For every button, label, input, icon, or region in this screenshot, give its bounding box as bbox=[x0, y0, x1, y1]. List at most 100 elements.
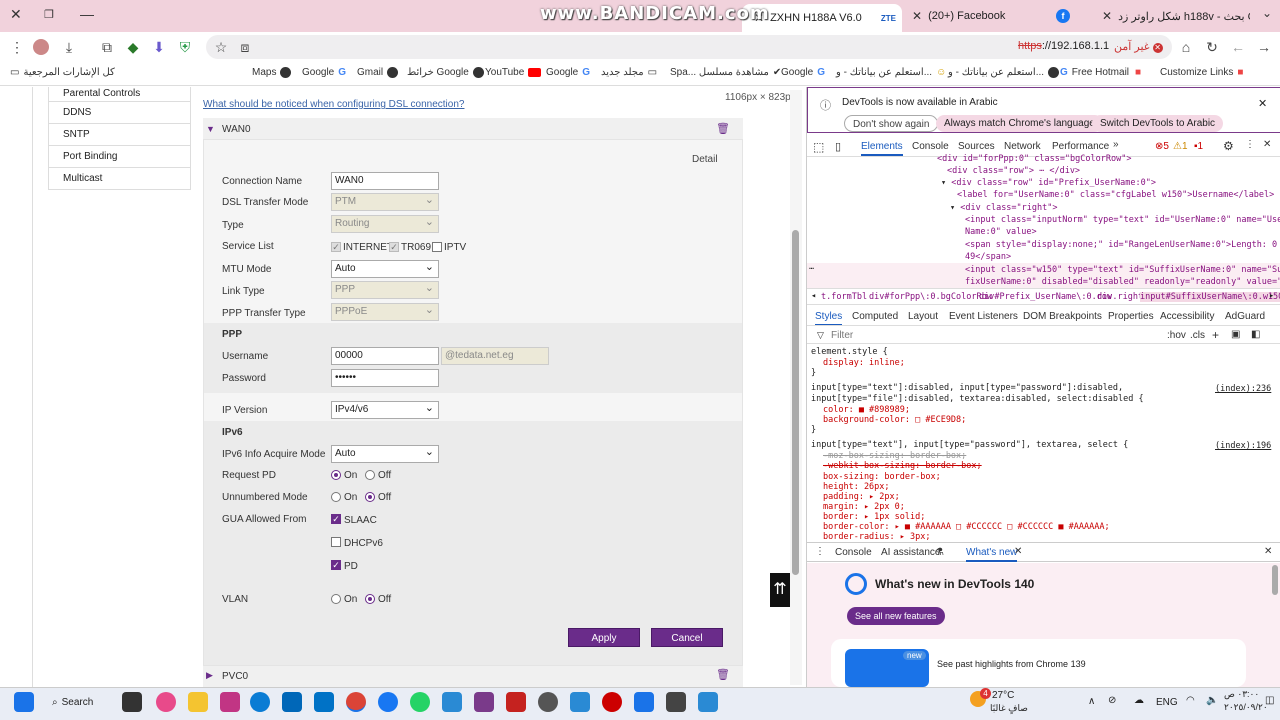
type-select[interactable]: Routing bbox=[331, 215, 439, 233]
scrollbar-thumb[interactable] bbox=[792, 230, 799, 575]
style-line[interactable]: height: 26px; bbox=[823, 482, 890, 492]
style-line[interactable]: -webkit-box-sizing: border-box; bbox=[823, 461, 982, 471]
style-line[interactable]: margin: ▸ 2px 0; bbox=[823, 502, 905, 512]
code-line[interactable]: <input class="inputNorm" type="text" id=… bbox=[965, 215, 1280, 225]
delete-trash-icon[interactable]: 🗑 bbox=[716, 668, 730, 681]
ipv6-acquire-select[interactable]: Auto bbox=[331, 445, 439, 463]
bandicam-icon[interactable] bbox=[602, 692, 622, 712]
app-icon[interactable] bbox=[442, 692, 462, 712]
close-icon[interactable]: ✕ bbox=[1263, 139, 1271, 150]
breadcrumb-item-active[interactable]: input#SuffixUserName\:0.w150 bbox=[1140, 292, 1280, 302]
source-link[interactable]: (index):196 bbox=[1215, 441, 1271, 451]
device-icon[interactable]: ▯ bbox=[835, 140, 841, 153]
wan-header[interactable] bbox=[203, 118, 743, 140]
service-internet-checkbox[interactable]: ✓ bbox=[331, 242, 341, 252]
notification-icon[interactable]: ◫ bbox=[1265, 695, 1274, 706]
request-pd-on-radio[interactable] bbox=[331, 470, 341, 480]
clock-date[interactable]: ٢٠٢٥/٠٩/٢٠ bbox=[1224, 702, 1268, 713]
cast-icon[interactable]: ⧈ bbox=[236, 38, 254, 56]
sidebar-toggle-icon[interactable]: ◧ bbox=[1251, 329, 1260, 340]
app-icon[interactable] bbox=[474, 692, 494, 712]
close-icon[interactable]: ✕ bbox=[1014, 546, 1022, 557]
see-all-button[interactable]: See all new features bbox=[847, 607, 945, 625]
scroll-top-icon[interactable]: ⇈ bbox=[770, 573, 790, 607]
breadcrumb-item[interactable]: div#forPpp\:0.bgColorRow bbox=[869, 292, 992, 302]
style-line[interactable]: -moz-box-sizing: border-box; bbox=[823, 451, 966, 461]
outlook-icon[interactable] bbox=[314, 692, 334, 712]
breadcrumb-item[interactable]: div.right bbox=[1097, 292, 1143, 302]
reload-icon[interactable]: ↻ bbox=[1203, 38, 1221, 56]
code-line[interactable]: 49</span> bbox=[965, 252, 1011, 262]
store-icon[interactable] bbox=[282, 692, 302, 712]
tab-console[interactable]: Console bbox=[912, 141, 949, 152]
gua-pd-checkbox[interactable]: ✓ bbox=[331, 560, 341, 570]
forward-icon[interactable]: ← bbox=[1229, 38, 1247, 56]
drawer-tab-whatsnew[interactable]: What's new bbox=[966, 547, 1018, 562]
bookmark-customize[interactable]: Customize Links ■ bbox=[1160, 67, 1243, 78]
app-icon[interactable] bbox=[634, 692, 654, 712]
code-line[interactable]: Name:0" value> bbox=[965, 227, 1037, 237]
breadcrumb-item[interactable]: div#Prefix_UserName\:0.row bbox=[979, 292, 1112, 302]
close-tab-icon[interactable]: ✕ bbox=[1102, 9, 1112, 23]
filter-input[interactable]: Filter bbox=[831, 330, 853, 341]
code-line-selected[interactable]: fixUserName:0" disabled="disabled" reado… bbox=[965, 277, 1280, 287]
copilot-icon[interactable] bbox=[156, 692, 176, 712]
request-pd-off-radio[interactable] bbox=[365, 470, 375, 480]
service-tr069-checkbox[interactable]: ✓ bbox=[389, 242, 399, 252]
add-rule-icon[interactable]: + bbox=[1212, 328, 1219, 342]
nav-ddns[interactable]: DDNS bbox=[48, 102, 191, 124]
tab-performance[interactable]: Performance bbox=[1052, 141, 1109, 152]
profile-avatar[interactable] bbox=[33, 39, 49, 55]
close-drawer-icon[interactable]: ✕ bbox=[1264, 546, 1272, 557]
minimize-window-icon[interactable]: — bbox=[80, 6, 94, 22]
drawer-tab-console[interactable]: Console bbox=[835, 547, 872, 558]
tab-properties[interactable]: Properties bbox=[1108, 311, 1154, 322]
chevron-down-icon[interactable]: ⌄ bbox=[1262, 6, 1272, 20]
bookmark-series[interactable]: Spa... مشاهدة مسلسل ✔ bbox=[670, 67, 781, 78]
cls-toggle[interactable]: .cls bbox=[1190, 330, 1205, 341]
collapsed-triangle-icon[interactable]: ▶ bbox=[206, 670, 213, 681]
code-line[interactable]: <label for="UserName:0" class="cfgLabel … bbox=[957, 190, 1274, 200]
style-line[interactable]: border-color: ▸ ■ #AAAAAA □ #CCCCCC □ #C… bbox=[823, 522, 1110, 532]
bookmark-gmail[interactable]: Gmail bbox=[357, 67, 399, 78]
app-icon[interactable] bbox=[570, 692, 590, 712]
style-line[interactable]: color: ■ #898989; bbox=[823, 405, 910, 415]
bookmark-google-2[interactable]: Google G bbox=[546, 67, 590, 78]
detail-link[interactable]: Detail bbox=[692, 154, 718, 165]
bookmark-hotmail[interactable]: G Free Hotmail ■ bbox=[1060, 67, 1141, 78]
volume-icon[interactable]: 🔈 bbox=[1206, 695, 1218, 706]
code-line[interactable]: <div class="row"> ⋯ </div> bbox=[947, 166, 1080, 176]
link-type-select[interactable]: PPP bbox=[331, 281, 439, 299]
switch-arabic-button[interactable]: Switch DevTools to Arabic bbox=[1092, 115, 1224, 132]
shield-icon[interactable]: ⛨ bbox=[176, 38, 194, 56]
language-indicator[interactable]: ENG bbox=[1156, 697, 1178, 708]
code-line-selected[interactable]: <input class="w150" type="text" id="Suff… bbox=[965, 265, 1280, 275]
windows-start-icon[interactable] bbox=[14, 692, 34, 712]
file-explorer-icon[interactable] bbox=[188, 692, 208, 712]
download-icon[interactable]: ⤓ bbox=[60, 38, 78, 56]
task-view-icon[interactable] bbox=[122, 692, 142, 712]
tab-sources[interactable]: Sources bbox=[958, 141, 995, 152]
password-input[interactable]: •••••• bbox=[331, 369, 439, 387]
dsl-mode-select[interactable]: PTM bbox=[331, 193, 439, 211]
breadcrumb-right-icon[interactable]: ▸ bbox=[1269, 291, 1274, 301]
chrome-icon[interactable] bbox=[346, 692, 366, 712]
nav-parental-controls[interactable]: Parental Controls bbox=[48, 87, 191, 102]
gua-dhcpv6-checkbox[interactable] bbox=[331, 537, 341, 547]
more-tabs-icon[interactable]: » bbox=[1113, 139, 1119, 150]
bookmark-query-2[interactable]: استعلم عن بياناتك - و... bbox=[948, 67, 1060, 78]
expand-triangle-icon[interactable]: ▼ bbox=[206, 124, 215, 134]
not-secure-badge[interactable]: غير آمن ✕ bbox=[1114, 40, 1163, 53]
tab-network[interactable]: Network bbox=[1004, 141, 1041, 152]
unnumbered-on-radio[interactable] bbox=[331, 492, 341, 502]
tab-styles[interactable]: Styles bbox=[815, 311, 843, 326]
extensions-icon[interactable]: ⧉ bbox=[98, 38, 116, 56]
paint-icon[interactable]: ▣ bbox=[1231, 329, 1240, 340]
instagram-icon[interactable] bbox=[220, 692, 240, 712]
tab-dom-breakpoints[interactable]: DOM Breakpoints bbox=[1023, 311, 1102, 322]
extension-icon[interactable]: ◆ bbox=[124, 38, 142, 56]
vlan-off-radio[interactable] bbox=[365, 594, 375, 604]
restore-window-icon[interactable]: ❐ bbox=[44, 8, 54, 21]
back-icon[interactable]: → bbox=[1255, 38, 1273, 56]
cancel-button[interactable]: Cancel bbox=[651, 628, 723, 647]
